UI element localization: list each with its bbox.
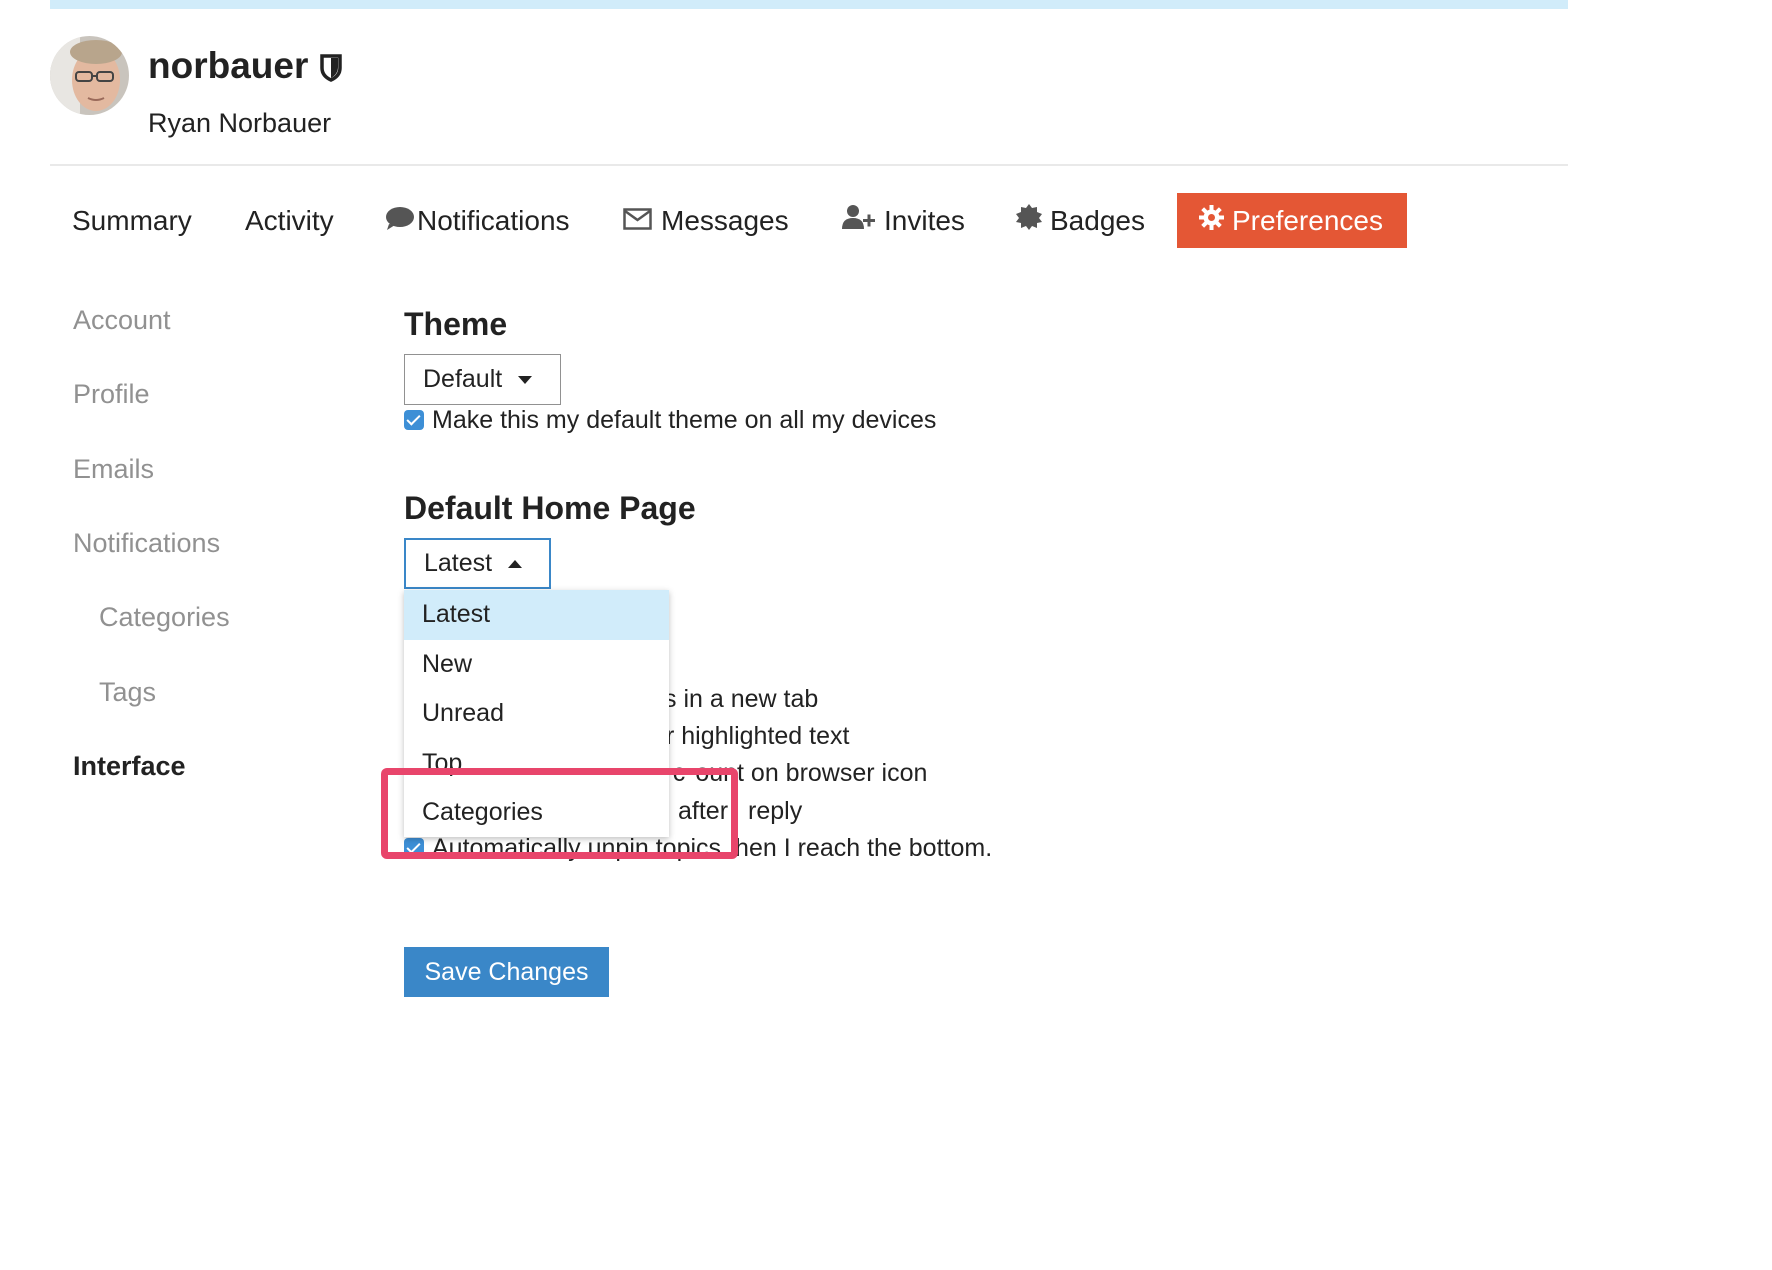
tab-badges[interactable]: Badges — [1016, 193, 1145, 248]
username: norbauer — [148, 45, 309, 86]
theme-select[interactable]: Default — [404, 354, 561, 405]
tab-badges-label: Badges — [1050, 204, 1145, 236]
sidebar-item-account[interactable]: Account — [73, 303, 171, 337]
tab-activity[interactable]: Activity — [245, 193, 334, 248]
tab-invites[interactable]: Invites — [842, 193, 965, 248]
dropdown-option-latest[interactable]: Latest — [404, 590, 669, 640]
sidebar-item-profile[interactable]: Profile — [73, 377, 150, 411]
tab-activity-label: Activity — [245, 204, 334, 236]
comment-icon — [385, 205, 415, 237]
option-new-tab: s in a new tab — [664, 684, 818, 714]
option-new-tab-label: s in a new tab — [664, 685, 819, 713]
avatar[interactable] — [50, 36, 129, 115]
caret-up-icon — [508, 559, 523, 568]
sidebar-item-emails[interactable]: Emails — [73, 452, 154, 486]
tab-messages-label: Messages — [661, 204, 789, 236]
auto-unpin-label-suffix: hen I reach the bottom. — [735, 834, 993, 862]
annotation-highlight-box — [381, 768, 738, 859]
default-theme-checkbox-label: Make this my default theme on all my dev… — [432, 406, 937, 434]
moderator-shield-icon — [320, 54, 342, 82]
option-highlighted-text-label: r highlighted text — [666, 722, 850, 750]
default-theme-checkbox[interactable] — [404, 410, 424, 430]
header-divider — [50, 164, 1568, 166]
theme-select-value: Default — [423, 365, 503, 393]
tab-preferences-label: Preferences — [1232, 204, 1383, 236]
gear-icon — [1199, 204, 1224, 237]
tab-summary[interactable]: Summary — [72, 193, 192, 248]
tab-summary-label: Summary — [72, 204, 192, 236]
top-bar — [50, 0, 1568, 9]
save-changes-button[interactable]: Save Changes — [404, 947, 609, 997]
theme-heading: Theme — [404, 306, 508, 342]
caret-down-icon — [518, 375, 533, 384]
home-page-select-value: Latest — [424, 549, 493, 577]
tab-preferences[interactable]: Preferences — [1177, 193, 1407, 248]
tab-notifications[interactable]: Notifications — [385, 193, 570, 248]
sidebar-item-interface[interactable]: Interface — [73, 749, 186, 783]
sidebar-item-tags[interactable]: Tags — [99, 675, 156, 709]
home-page-select[interactable]: Latest — [404, 538, 551, 589]
sidebar-item-categories[interactable]: Categories — [99, 600, 230, 634]
default-theme-all-devices-row: Make this my default theme on all my dev… — [404, 405, 936, 435]
sidebar-item-notifications[interactable]: Notifications — [73, 526, 220, 560]
tab-notifications-label: Notifications — [417, 204, 570, 236]
envelope-icon — [623, 205, 652, 237]
dropdown-option-new[interactable]: New — [404, 640, 669, 690]
user-full-name: Ryan Norbauer — [148, 108, 332, 138]
tab-invites-label: Invites — [884, 204, 965, 236]
option-highlighted-text: r highlighted text — [666, 721, 849, 751]
user-plus-icon — [842, 204, 875, 237]
dropdown-option-unread[interactable]: Unread — [404, 689, 669, 739]
tab-messages[interactable]: Messages — [623, 193, 789, 248]
certificate-icon — [1016, 204, 1042, 237]
home-page-heading: Default Home Page — [404, 490, 696, 526]
option-reply-label: reply — [748, 797, 803, 825]
